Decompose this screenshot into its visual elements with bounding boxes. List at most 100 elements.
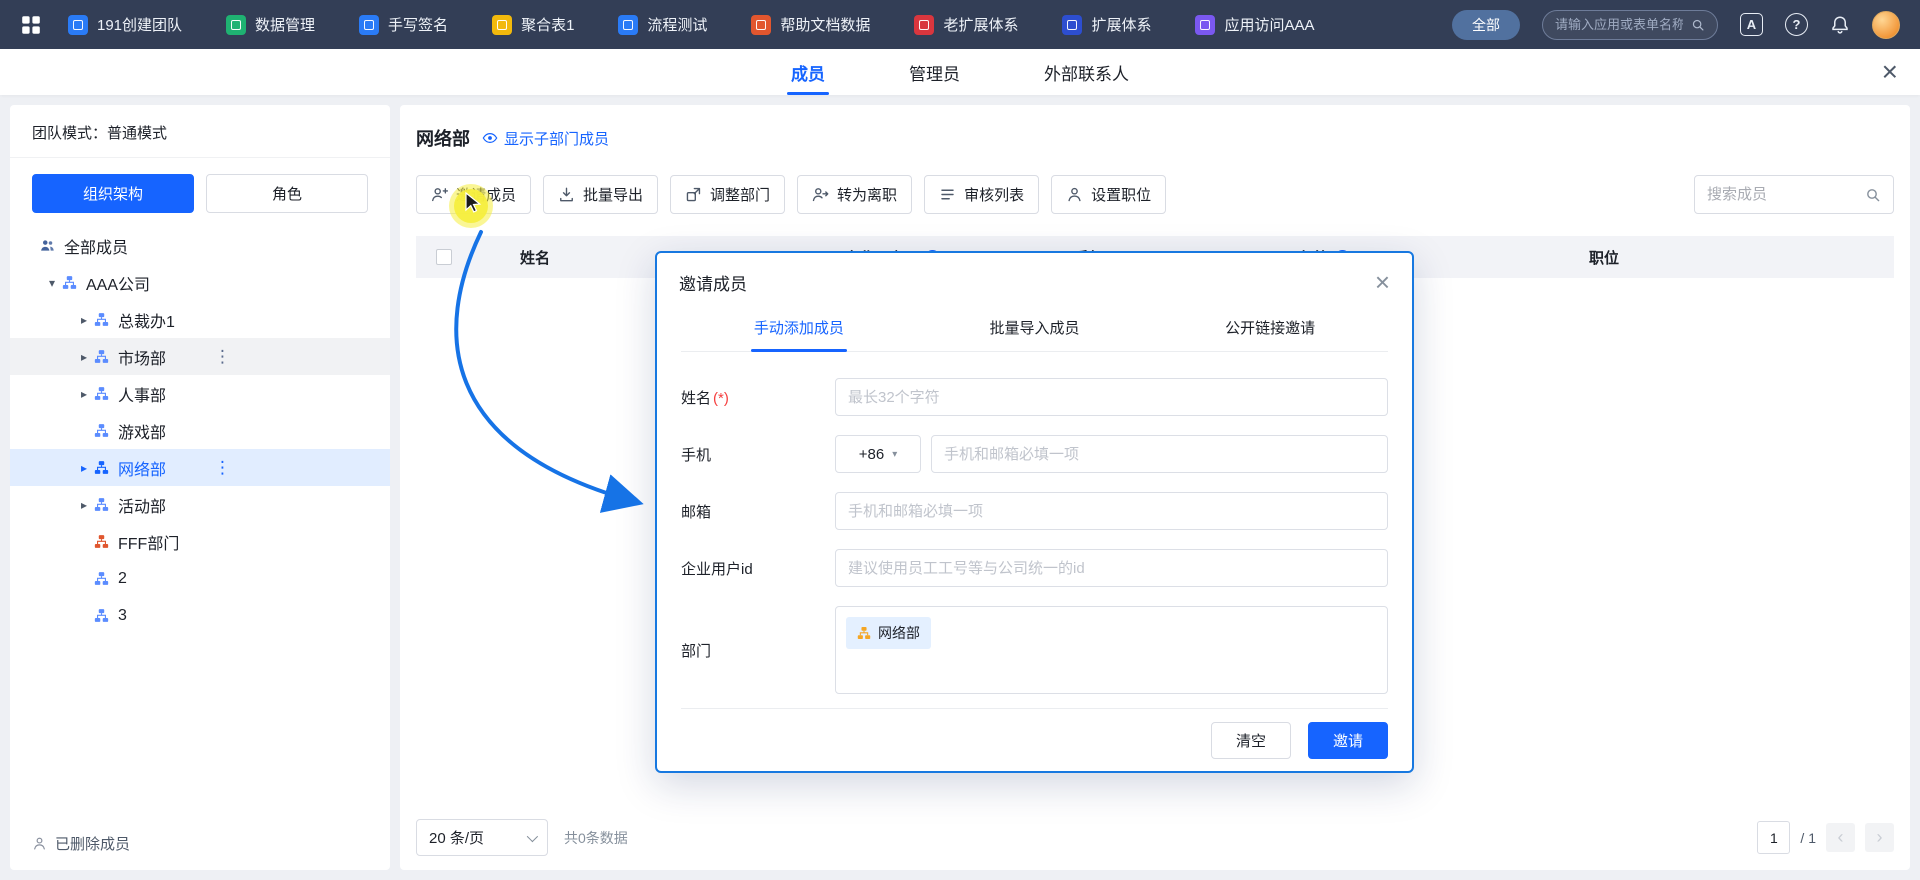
nav-app-flow-test[interactable]: 流程测试 <box>618 14 707 35</box>
download-icon <box>558 186 575 203</box>
member-search-box[interactable] <box>1694 175 1894 214</box>
prev-page-button[interactable] <box>1826 823 1855 852</box>
tree-item-label: 3 <box>118 607 127 625</box>
name-input[interactable] <box>835 378 1388 416</box>
tree-item-fff-dept[interactable]: FFF部门 <box>10 523 390 560</box>
tab-public-link[interactable]: 公开链接邀请 <box>1219 307 1321 351</box>
org-structure-button[interactable]: 组织架构 <box>32 174 194 213</box>
tree-item-game-dept[interactable]: 游戏部 <box>10 412 390 449</box>
page-size-select[interactable]: 20 条/页 <box>416 819 548 856</box>
user-id-input[interactable] <box>835 549 1388 587</box>
modal-tabs: 手动添加成员 批量导入成员 公开链接邀请 <box>681 307 1388 352</box>
name-label: 姓名(*) <box>681 387 835 408</box>
org-icon <box>94 386 109 401</box>
more-menu-icon[interactable] <box>214 449 231 486</box>
tree-item-3[interactable]: 3 <box>10 597 390 634</box>
tree-item-activity-dept[interactable]: 活动部 <box>10 486 390 523</box>
tab-batch-import[interactable]: 批量导入成员 <box>983 307 1085 351</box>
phone-input[interactable] <box>931 435 1388 473</box>
nav-app-old-extension[interactable]: 老扩展体系 <box>914 14 1018 35</box>
tab-admins[interactable]: 管理员 <box>909 49 960 95</box>
department-tag[interactable]: 网络部 <box>846 617 931 649</box>
country-code-value: +86 <box>859 446 884 463</box>
department-label: 部门 <box>681 640 835 661</box>
member-toolbar: 邀请成员 批量导出 调整部门 转为离职 审核列表 设置职位 <box>400 175 1910 214</box>
caret-right-icon[interactable] <box>74 350 94 364</box>
all-apps-pill[interactable]: 全部 <box>1452 10 1520 40</box>
department-tag-label: 网络部 <box>878 623 920 643</box>
close-icon[interactable] <box>1882 49 1898 95</box>
field-label: 企业用户id <box>681 561 753 578</box>
person-icon <box>32 836 47 851</box>
invite-member-button[interactable]: 邀请成员 <box>416 175 531 214</box>
app-launcher-icon[interactable] <box>20 14 42 36</box>
current-page-box[interactable]: 1 <box>1757 821 1790 854</box>
app-icon <box>1195 15 1215 35</box>
select-all-checkbox[interactable] <box>436 249 452 265</box>
form-row-user-id: 企业用户id <box>681 549 1388 587</box>
nav-app-list: 191创建团队 数据管理 手写签名 聚合表1 流程测试 帮助文档数据 老扩展体系… <box>68 14 1314 35</box>
invite-button[interactable]: 邀请 <box>1308 722 1388 759</box>
next-page-button[interactable] <box>1865 823 1894 852</box>
deleted-members-link[interactable]: 已删除成员 <box>32 833 130 854</box>
tree-item-label: 网络部 <box>118 456 166 480</box>
app-label: 扩展体系 <box>1091 14 1151 35</box>
member-search-input[interactable] <box>1707 186 1857 203</box>
tree-item-aaa-company[interactable]: AAA公司 <box>10 264 390 301</box>
nav-app-help-docs[interactable]: 帮助文档数据 <box>751 14 870 35</box>
nav-app-aggregate-table[interactable]: 聚合表1 <box>492 14 574 35</box>
tree-item-hr-dept[interactable]: 人事部 <box>10 375 390 412</box>
department-box[interactable]: 网络部 <box>835 606 1388 694</box>
button-label: 调整部门 <box>710 184 770 205</box>
nav-app-create-team[interactable]: 191创建团队 <box>68 14 182 35</box>
tree-item-market-dept[interactable]: 市场部 <box>10 338 390 375</box>
app-label: 191创建团队 <box>97 14 182 35</box>
tree-item-president-office[interactable]: 总裁办1 <box>10 301 390 338</box>
dept-title: 网络部 <box>416 125 470 151</box>
required-mark: (*) <box>713 390 729 407</box>
caret-right-icon[interactable] <box>74 387 94 401</box>
tree-item-all-members[interactable]: 全部成员 <box>10 227 390 264</box>
clear-button[interactable]: 清空 <box>1211 722 1291 759</box>
nav-app-data-management[interactable]: 数据管理 <box>226 14 315 35</box>
help-icon[interactable] <box>1785 13 1808 36</box>
review-list-button[interactable]: 审核列表 <box>924 175 1039 214</box>
org-icon <box>857 626 871 640</box>
caret-right-icon[interactable] <box>74 498 94 512</box>
person-leave-icon <box>812 186 829 203</box>
show-sub-dept-link[interactable]: 显示子部门成员 <box>482 128 609 149</box>
email-input[interactable] <box>835 492 1388 530</box>
country-code-select[interactable]: +86 <box>835 435 921 473</box>
caret-down-icon[interactable] <box>42 276 62 290</box>
tab-members[interactable]: 成员 <box>791 49 825 95</box>
adjust-department-button[interactable]: 调整部门 <box>670 175 785 214</box>
tree-item-label: 活动部 <box>118 493 166 517</box>
app-search-input[interactable] <box>1555 17 1683 32</box>
batch-export-button[interactable]: 批量导出 <box>543 175 658 214</box>
caret-right-icon[interactable] <box>74 313 94 327</box>
show-sub-dept-label: 显示子部门成员 <box>504 128 609 149</box>
nav-app-app-access[interactable]: 应用访问AAA <box>1195 14 1314 35</box>
caret-right-icon[interactable] <box>74 461 94 475</box>
tree-item-2[interactable]: 2 <box>10 560 390 597</box>
set-resigned-button[interactable]: 转为离职 <box>797 175 912 214</box>
eye-icon <box>482 130 498 146</box>
org-icon <box>94 534 109 549</box>
app-icon <box>226 15 246 35</box>
tab-external-contacts[interactable]: 外部联系人 <box>1044 49 1129 95</box>
role-button[interactable]: 角色 <box>206 174 368 213</box>
close-icon[interactable] <box>1375 269 1390 295</box>
language-icon[interactable] <box>1740 13 1763 36</box>
set-position-button[interactable]: 设置职位 <box>1051 175 1166 214</box>
notification-bell-icon[interactable] <box>1830 15 1850 35</box>
tree-item-network-dept[interactable]: 网络部 <box>10 449 390 486</box>
app-label: 老扩展体系 <box>943 14 1018 35</box>
tab-manual-add[interactable]: 手动添加成员 <box>748 307 850 351</box>
nav-app-extension[interactable]: 扩展体系 <box>1062 14 1151 35</box>
checkbox-cell <box>416 249 472 265</box>
user-avatar[interactable] <box>1872 11 1900 39</box>
app-search-box[interactable] <box>1542 10 1718 40</box>
nav-app-handwritten-signature[interactable]: 手写签名 <box>359 14 448 35</box>
app-label: 帮助文档数据 <box>780 14 870 35</box>
more-menu-icon[interactable] <box>214 338 231 375</box>
